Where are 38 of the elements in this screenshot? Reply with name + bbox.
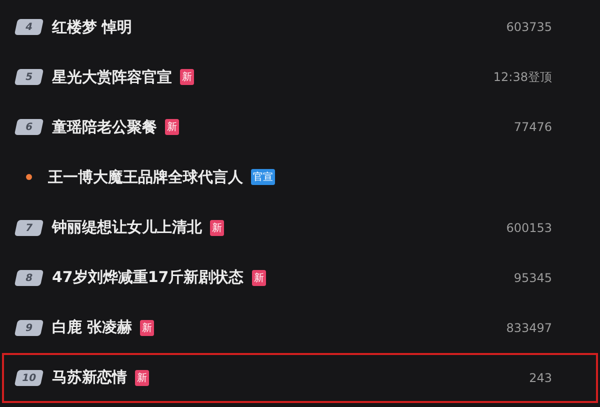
topic-title: 星光大赏阵容官宣 [52, 68, 172, 87]
heat-count: 600153 [506, 220, 552, 235]
rank-badge: 6 [14, 119, 44, 136]
rank-badge: 9 [14, 320, 44, 336]
heat-count: 243 [529, 370, 552, 385]
topic-title: 马苏新恋情 [52, 368, 127, 388]
heat-count: 77476 [514, 120, 552, 134]
topic-tag: 新 [140, 320, 154, 336]
topic-title: 白鹿 张凌赫 [52, 318, 132, 338]
hot-search-row[interactable]: 6 童瑶陪老公聚餐 新 77476 [2, 102, 598, 152]
topic-title: 童瑶陪老公聚餐 [52, 118, 157, 137]
heat-count: 95345 [514, 270, 552, 285]
topic-tag: 新 [210, 220, 224, 236]
rank-badge: 7 [14, 220, 44, 236]
rank-badge: 5 [14, 69, 44, 86]
heat-count: 833497 [506, 320, 552, 335]
topic-title: 钟丽缇想让女儿上清北 [52, 218, 202, 238]
hot-search-row[interactable]: 王一博大魔王品牌全球代言人 官宣 [2, 152, 598, 202]
topic-title: 王一博大魔王品牌全球代言人 [48, 168, 243, 187]
topic-tag: 新 [165, 119, 179, 136]
topic-tag: 新 [135, 370, 149, 386]
rank-badge: 8 [14, 270, 44, 286]
topic-title: 47岁刘烨减重17斤新剧状态 [52, 268, 244, 288]
hot-search-row[interactable]: 4 红楼梦 悼明 603735 [2, 2, 598, 52]
heat-count: 12:38登顶 [493, 68, 552, 86]
topic-tag: 新 [252, 270, 266, 286]
topic-tag: 官宣 [251, 169, 275, 186]
heat-count: 603735 [506, 20, 552, 34]
rank-badge: 10 [14, 370, 44, 386]
rank-badge: 4 [14, 19, 44, 36]
hot-search-row[interactable]: 8 47岁刘烨减重17斤新剧状态 新 95345 [2, 252, 598, 303]
topic-title: 红楼梦 悼明 [52, 18, 132, 37]
hot-search-row[interactable]: 9 白鹿 张凌赫 新 833497 [2, 302, 598, 353]
hot-search-row[interactable]: 7 钟丽缇想让女儿上清北 新 600153 [2, 202, 598, 253]
hot-search-row[interactable]: 10 马苏新恋情 新 243 [2, 352, 598, 403]
hot-search-row[interactable]: 5 星光大赏阵容官宣 新 12:38登顶 [2, 52, 598, 102]
topic-tag: 新 [180, 69, 194, 86]
dot-icon [26, 174, 32, 180]
